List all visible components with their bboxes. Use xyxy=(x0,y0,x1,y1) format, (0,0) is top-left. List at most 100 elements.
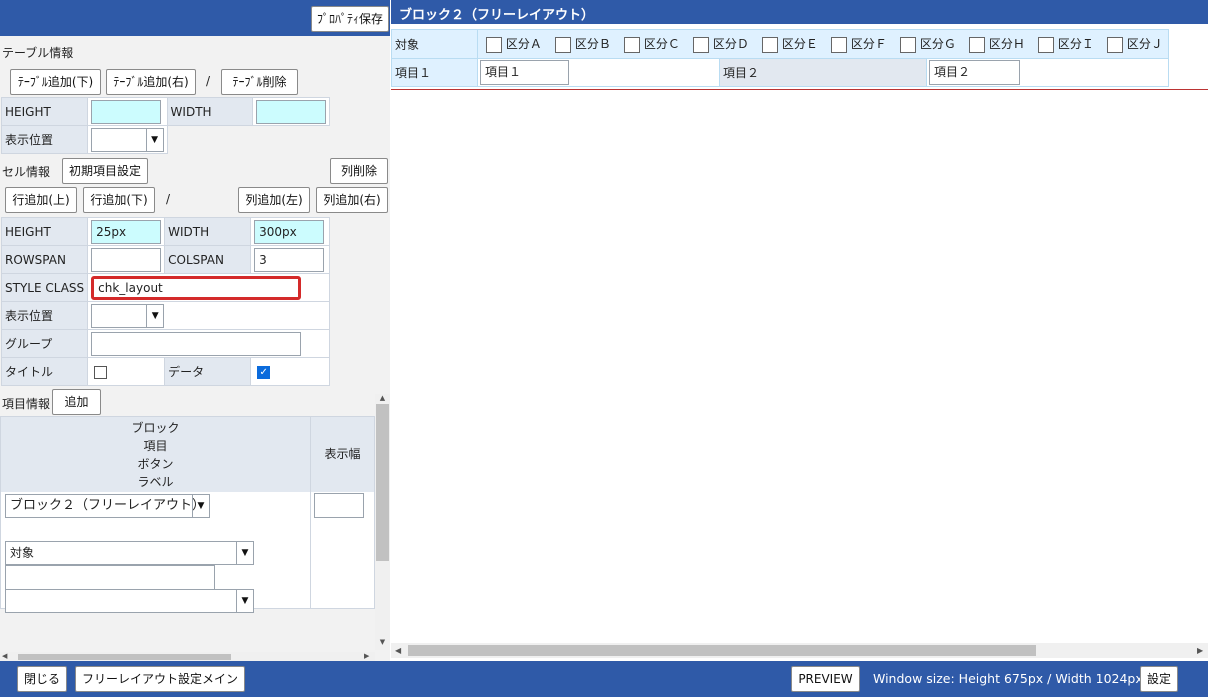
cell-section-title: セル情報 xyxy=(2,165,51,179)
checkbox-box[interactable] xyxy=(1107,36,1123,53)
table-height-input[interactable] xyxy=(90,99,161,124)
category-label: 区分Ｇ xyxy=(919,37,956,52)
header-line-button: ボタン xyxy=(137,457,174,471)
category-checkbox-a[interactable]: 区分Ａ xyxy=(486,35,555,53)
item-header-block: ブロック 項目 ボタン ラベル xyxy=(1,417,311,492)
table-position-select[interactable]: ▼ xyxy=(90,127,164,152)
preview-table: 対象 区分Ａ 区分Ｂ 区分Ｃ 区分Ｄ 区分Ｅ 区分Ｆ 区分Ｇ 区分Ｈ 区分Ｉ 区… xyxy=(391,29,1169,87)
chevron-down-icon: ▼ xyxy=(145,128,163,151)
row-add-up-button[interactable]: 行追加(上) xyxy=(5,187,77,213)
label-input[interactable] xyxy=(5,565,215,590)
cell-width-input[interactable]: 300px xyxy=(254,219,325,244)
window-size-text: Window size: Height 675px / Width 1024px xyxy=(873,671,1143,686)
scroll-down-icon[interactable]: ▼ xyxy=(375,638,390,648)
left-vertical-scrollbar[interactable]: ▲ ▼ xyxy=(375,394,390,650)
rowspan-label: ROWSPAN xyxy=(0,245,89,274)
height-label: HEIGHT xyxy=(0,217,89,246)
data-label: データ xyxy=(164,357,252,386)
scroll-thumb[interactable] xyxy=(408,645,1036,656)
header-line-block: ブロック xyxy=(131,421,180,435)
select-value: ブロック２（フリーレイアウト） xyxy=(10,498,206,513)
scroll-up-icon[interactable]: ▲ xyxy=(375,394,390,404)
table-props: HEIGHT WIDTH 表示位置 ▼ xyxy=(1,97,330,154)
item-select[interactable]: 対象 ▼ xyxy=(5,541,254,565)
category-checkbox-i[interactable]: 区分Ｉ xyxy=(1038,35,1107,53)
category-label: 区分Ｊ xyxy=(1126,37,1163,52)
slash-separator: / xyxy=(206,74,211,88)
select-value: 対象 xyxy=(10,546,35,560)
scroll-right-icon[interactable]: ▶ xyxy=(364,652,369,660)
header-line-item: 項目 xyxy=(143,439,168,453)
preview-button[interactable]: PREVIEW xyxy=(791,666,860,692)
style-class-input[interactable]: chk_layout xyxy=(91,275,302,300)
checkbox-box[interactable] xyxy=(486,36,502,53)
button-select[interactable]: ▼ xyxy=(5,589,254,613)
checkbox-box[interactable] xyxy=(624,36,640,53)
column-add-left-button[interactable]: 列追加(左) xyxy=(238,187,310,213)
title-checkbox[interactable] xyxy=(94,365,108,379)
red-divider xyxy=(391,89,1208,90)
checkbox-box[interactable] xyxy=(969,36,985,53)
close-button[interactable]: 閉じる xyxy=(17,666,67,692)
header-line-label: ラベル xyxy=(137,475,174,489)
category-label: 区分Ｃ xyxy=(643,37,680,52)
checkbox-box[interactable] xyxy=(831,36,847,53)
cell-height-input[interactable]: 25px xyxy=(91,219,162,244)
item2-input[interactable]: 項目２ xyxy=(929,60,1020,85)
checkbox-box[interactable] xyxy=(693,36,709,53)
column-add-right-button[interactable]: 列追加(右) xyxy=(316,187,388,213)
item-add-button[interactable]: 追加 xyxy=(52,389,101,415)
table-add-down-button[interactable]: ﾃｰﾌﾞﾙ追加(下) xyxy=(10,69,101,95)
category-label: 区分Ｉ xyxy=(1057,37,1094,52)
display-width-input[interactable] xyxy=(314,493,364,518)
category-checkbox-h[interactable]: 区分Ｈ xyxy=(969,35,1038,53)
category-checkbox-b[interactable]: 区分Ｂ xyxy=(555,35,624,53)
position-label: 表示位置 xyxy=(0,301,89,330)
table-add-right-button[interactable]: ﾃｰﾌﾞﾙ追加(右) xyxy=(106,69,196,95)
category-checkbox-g[interactable]: 区分Ｇ xyxy=(900,35,969,53)
category-checkbox-f[interactable]: 区分Ｆ xyxy=(831,35,900,53)
category-checkbox-e[interactable]: 区分Ｅ xyxy=(762,35,831,53)
title-label: タイトル xyxy=(0,357,89,386)
row2-label2: 項目２ xyxy=(719,58,927,87)
category-checkbox-j[interactable]: 区分Ｊ xyxy=(1107,35,1163,53)
chevron-down-icon: ▼ xyxy=(192,495,209,517)
right-horizontal-scrollbar[interactable]: ◀ ▶ xyxy=(391,643,1208,658)
scroll-left-icon[interactable]: ◀ xyxy=(395,646,401,655)
chevron-down-icon: ▼ xyxy=(146,304,163,327)
category-label: 区分Ｆ xyxy=(850,37,887,52)
item1-input[interactable]: 項目１ xyxy=(480,60,569,85)
table-width-input[interactable] xyxy=(256,99,326,124)
cell-props: HEIGHT 25px WIDTH 300px ROWSPAN COLSPAN … xyxy=(0,217,330,386)
table-delete-button[interactable]: ﾃｰﾌﾞﾙ削除 xyxy=(221,69,298,95)
cell-position-select[interactable]: ▼ xyxy=(91,303,165,328)
checkbox-box[interactable] xyxy=(900,36,916,53)
free-layout-main-button[interactable]: フリーレイアウト設定メイン xyxy=(75,666,245,692)
property-save-button[interactable]: ﾌﾟﾛﾊﾟﾃｨ保存 xyxy=(311,6,389,32)
scroll-thumb[interactable] xyxy=(376,404,389,561)
colspan-input[interactable]: 3 xyxy=(254,247,325,272)
category-label: 区分Ａ xyxy=(505,37,542,52)
category-checkbox-d[interactable]: 区分Ｄ xyxy=(693,35,762,53)
checkbox-box[interactable] xyxy=(1038,36,1054,53)
column-delete-button[interactable]: 列削除 xyxy=(330,158,388,184)
data-checkbox[interactable]: ✓ xyxy=(257,365,271,379)
checkbox-box[interactable] xyxy=(762,36,778,53)
right-header-bar: ブロック２（フリーレイアウト） xyxy=(391,0,1208,24)
scroll-thumb[interactable] xyxy=(18,654,231,660)
group-input[interactable] xyxy=(91,331,302,356)
scroll-left-icon[interactable]: ◀ xyxy=(2,652,7,660)
left-horizontal-scrollbar[interactable]: ◀ ▶ xyxy=(0,652,375,661)
category-checkbox-c[interactable]: 区分Ｃ xyxy=(624,35,693,53)
row1-label: 対象 xyxy=(391,29,478,59)
slash-separator: / xyxy=(166,192,171,206)
scroll-right-icon[interactable]: ▶ xyxy=(1197,646,1203,655)
settings-button[interactable]: 設定 xyxy=(1140,666,1178,692)
block-select[interactable]: ブロック２（フリーレイアウト） ▼ xyxy=(5,494,210,518)
row-add-down-button[interactable]: 行追加(下) xyxy=(83,187,155,213)
rowspan-input[interactable] xyxy=(91,247,162,272)
init-items-button[interactable]: 初期項目設定 xyxy=(62,158,148,184)
chevron-down-icon: ▼ xyxy=(236,542,253,564)
checkbox-box[interactable] xyxy=(555,36,571,53)
category-label: 区分Ｂ xyxy=(574,37,611,52)
